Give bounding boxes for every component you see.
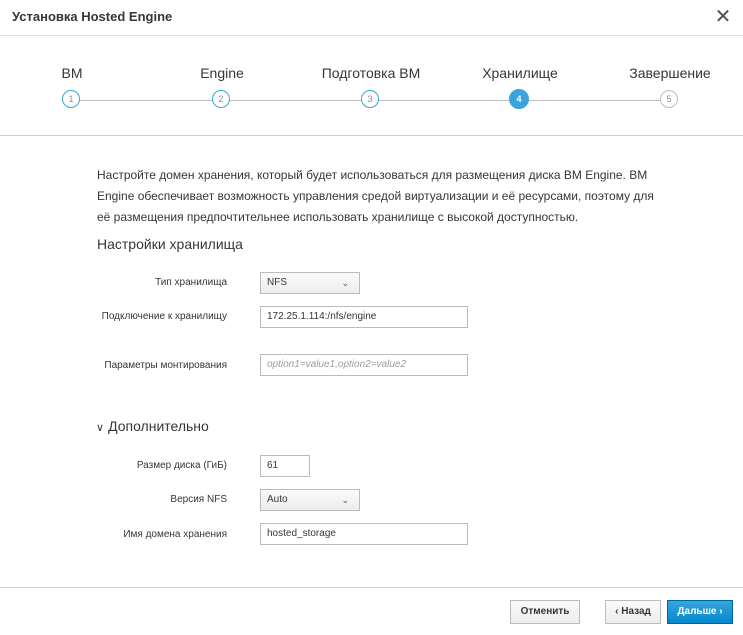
- step-number[interactable]: 5: [660, 90, 678, 108]
- cancel-button[interactable]: Отменить: [510, 600, 580, 624]
- step-number[interactable]: 1: [62, 90, 80, 108]
- step-storage[interactable]: Хранилище 4: [450, 36, 590, 136]
- step-finish[interactable]: Завершение 5: [600, 36, 740, 136]
- disk-size-label: Размер диска (ГиБ): [136, 460, 227, 471]
- back-button[interactable]: ‹ Назад: [605, 600, 661, 624]
- chevron-down-icon: ⌄: [341, 278, 349, 288]
- step-label: Хранилище: [482, 65, 558, 81]
- storage-type-label: Тип хранилища: [155, 277, 227, 288]
- next-button[interactable]: Дальше ›: [667, 600, 733, 624]
- storage-connection-input[interactable]: 172.25.1.114:/nfs/engine: [260, 306, 468, 328]
- chevron-down-icon: ∨: [96, 422, 105, 434]
- advanced-title: Дополнительно: [108, 418, 209, 434]
- advanced-toggle[interactable]: ∨ Дополнительно: [96, 418, 209, 434]
- dialog-footer: Отменить ‹ Назад Дальше ›: [0, 587, 743, 635]
- disk-size-input[interactable]: 61: [260, 455, 310, 477]
- close-icon[interactable]: ✕: [713, 6, 733, 28]
- step-label: ВМ: [61, 65, 83, 81]
- intro-text: Настройте домен хранения, который будет …: [97, 168, 654, 224]
- step-engine[interactable]: Engine 2: [152, 36, 292, 136]
- step-number-active[interactable]: 4: [509, 89, 529, 109]
- storage-section-title: Настройки хранилища: [97, 236, 243, 252]
- nfs-version-label: Версия NFS: [170, 494, 227, 505]
- storage-connection-label: Подключение к хранилищу: [101, 311, 227, 322]
- step-label: Engine: [200, 65, 244, 81]
- dialog-title: Установка Hosted Engine: [12, 9, 173, 24]
- dialog-header: Установка Hosted Engine ✕: [0, 0, 743, 36]
- nfs-version-select[interactable]: Auto ⌄: [260, 489, 360, 511]
- step-number[interactable]: 3: [361, 90, 379, 108]
- step-label: Завершение: [629, 65, 711, 81]
- mount-options-label: Параметры монтирования: [104, 360, 227, 371]
- step-label: Подготовка ВМ: [321, 65, 421, 81]
- step-vm-prep[interactable]: Подготовка ВМ 3: [301, 36, 441, 136]
- chevron-down-icon: ⌄: [341, 495, 349, 505]
- storage-domain-name-input[interactable]: hosted_storage: [260, 523, 468, 545]
- storage-domain-name-label: Имя домена хранения: [123, 529, 227, 540]
- nfs-version-value: Auto: [267, 494, 288, 505]
- step-number[interactable]: 2: [212, 90, 230, 108]
- step-vm[interactable]: ВМ 1: [2, 36, 142, 136]
- storage-type-select[interactable]: NFS ⌄: [260, 272, 360, 294]
- mount-options-input[interactable]: option1=value1,option2=value2: [260, 354, 468, 376]
- storage-type-value: NFS: [267, 277, 287, 288]
- wizard-steps: ВМ 1 Engine 2 Подготовка ВМ 3 Хранилище …: [0, 36, 743, 136]
